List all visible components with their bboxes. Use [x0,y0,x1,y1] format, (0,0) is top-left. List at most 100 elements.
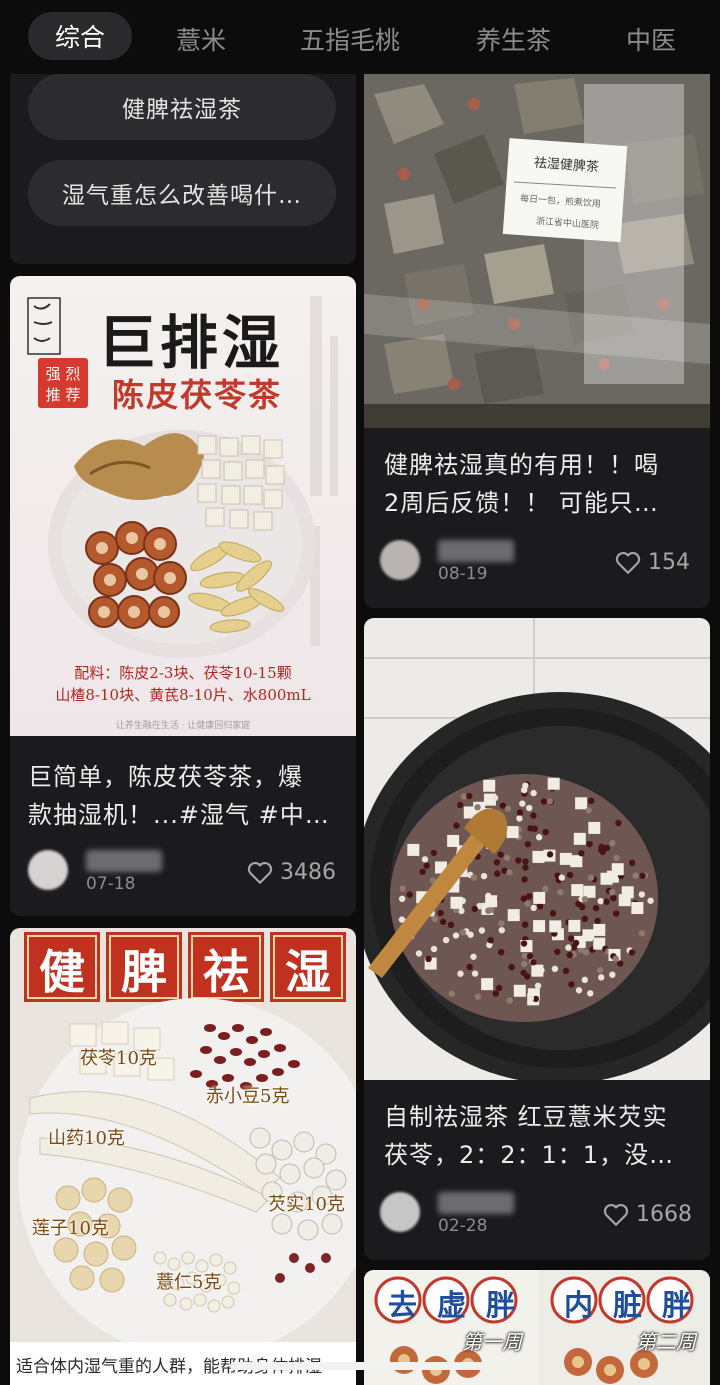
grain-mark [471,970,479,977]
home-indicator[interactable] [230,1362,490,1370]
chenpi-headline: 巨排湿 [98,309,285,377]
grain-mark [522,858,529,865]
post-image-spleen: 健 脾 祛 湿 茯苓10克 赤小豆5克 山药10克 芡实10克 莲子10克 薏仁… [10,928,356,1385]
post-card-wok[interactable]: 自制祛湿茶 红豆薏米芡实 茯苓，2：2：1：1，没… 02-28 1668 [364,618,710,1260]
grain-mark [466,792,473,800]
grain-mark [536,903,544,910]
grain-mark [470,874,478,881]
tab-health-tea[interactable]: 养生茶 [476,21,551,57]
grain-mark [598,974,605,981]
grain-mark [598,843,605,851]
post-title: 自制祛湿茶 红豆薏米芡实 茯苓，2：2：1：1，没… [384,1098,700,1174]
grain-mark [546,851,554,858]
post-date: 08-19 [438,564,488,584]
grain-mark [549,910,557,917]
grain-mark [533,920,546,933]
grain-mark [596,967,604,974]
svg-text:让养生融在生活 · 让健康回归家庭: 让养生融在生活 · 让健康回归家庭 [116,719,251,731]
like-button[interactable]: 1668 [603,1202,692,1227]
grain-mark [609,971,616,978]
tab-tcm[interactable]: 中医 [626,21,676,57]
svg-text:强 烈: 强 烈 [46,365,81,383]
grain-mark [566,951,573,959]
grain-mark [557,888,564,896]
tab-coix-seed[interactable]: 薏米 [176,21,226,57]
grain-mark [585,807,592,814]
avatar [28,850,68,890]
grain-mark [513,984,526,997]
svg-text:推 荐: 推 荐 [46,386,81,404]
avatar [380,540,420,580]
grain-mark [565,944,572,951]
grain-mark [586,840,593,848]
grain-mark [491,794,499,802]
grain-mark [542,828,549,836]
ingredient-label: 薏仁5克 [156,1272,222,1293]
grain-mark [452,932,460,939]
like-count: 154 [648,550,690,575]
like-button[interactable]: 3486 [247,860,336,885]
grain-mark [609,888,616,896]
grain-mark [547,777,560,790]
post-author[interactable]: 08-19 [380,540,580,586]
related-search-chip[interactable]: 湿气重怎么改善喝什… [28,160,336,226]
grain-mark [581,915,588,923]
grain-mark [506,826,519,839]
grain-mark [572,939,580,947]
post-card-chenpi[interactable]: 强 烈 推 荐 让养生融在生活 · 让健康回归家庭 巨排湿 陈皮茯苓茶 配料：陈… [10,276,356,916]
grain-mark [610,894,617,902]
tab-wuzhi-maotao[interactable]: 五指毛桃 [300,21,400,57]
grain-mark [578,850,585,857]
grain-mark [592,904,600,912]
post-author[interactable]: 07-18 [28,850,228,896]
ingredient-label: 茯苓10克 [80,1048,157,1069]
grain-mark [581,896,589,903]
grain-mark [450,896,463,909]
like-button[interactable]: 154 [615,550,690,575]
grain-mark [583,885,596,898]
related-search-chip[interactable]: 健脾祛湿茶 [28,74,336,140]
grain-mark [575,797,588,810]
grain-mark [530,789,537,797]
grain-mark [526,893,533,900]
grain-mark [611,863,624,876]
grain-mark [498,927,506,934]
post-title-line: 茯苓，2：2：1：1，没… [384,1141,675,1169]
grain-mark [430,849,438,857]
grain-mark [631,902,644,915]
post-title-line: 2周后反馈！！ 可能只… [384,489,659,517]
grain-mark [457,801,464,809]
post-card-spleen[interactable]: 健 脾 祛 湿 茯苓10克 赤小豆5克 山药10克 芡实10克 莲子10克 薏仁… [10,928,356,1385]
ingredient-label: 芡实10克 [268,1194,345,1215]
chenpi-recipe-line2: 山楂8-10块、黄芪8-10片、水800mL [55,686,311,704]
grain-mark [497,851,504,858]
post-author[interactable]: 02-28 [380,1192,580,1238]
grain-mark [593,923,606,936]
post-date: 07-18 [86,874,136,894]
grain-mark [535,834,543,841]
bottom-right-title: 内脏胖 [564,1288,710,1322]
grain-mark [495,984,503,992]
grain-mark [419,868,426,875]
post-date: 02-28 [438,1216,488,1236]
grain-mark [559,852,572,865]
grain-mark [521,921,529,928]
author-name-blurred [86,850,162,872]
grain-mark [423,862,430,869]
grain-mark [587,874,595,881]
grain-mark [568,935,575,942]
grain-mark [570,855,583,868]
grain-mark [558,874,566,881]
like-count: 1668 [636,1202,692,1227]
grain-mark [532,850,545,863]
grain-mark [503,854,511,861]
grain-mark [571,884,584,897]
post-card-bag[interactable]: 祛湿健脾茶 每日一包，煎煮饮用 浙江省中山医院 健脾祛湿真的有用！！喝 2周后反… [364,64,710,608]
grain-mark [579,903,586,911]
grain-mark [526,953,534,960]
grain-mark [524,840,532,848]
bottom-left-title: 去虚胖 [388,1288,536,1322]
grain-mark [430,945,438,953]
grain-mark [407,843,420,856]
tab-comprehensive[interactable]: 综合 [28,12,132,60]
